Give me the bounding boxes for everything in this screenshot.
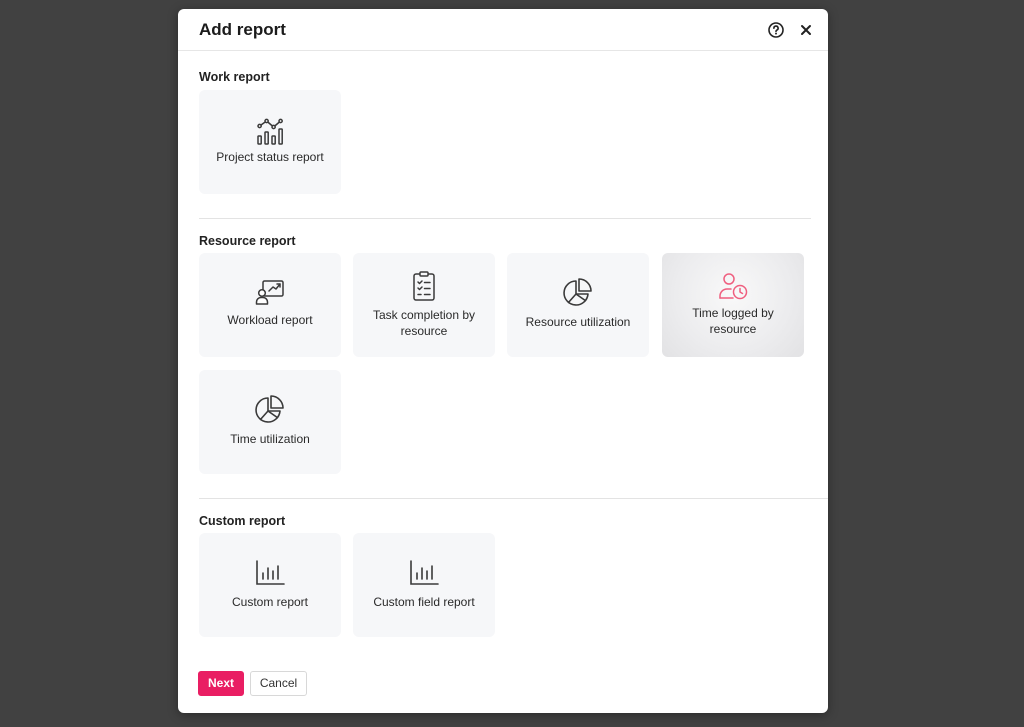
- help-circle-icon[interactable]: [767, 21, 785, 39]
- card-resource-utilization[interactable]: Resource utilization: [507, 253, 649, 357]
- pie-chart-icon: [254, 394, 286, 426]
- card-task-completion-by-resource[interactable]: Task completion by resource: [353, 253, 495, 357]
- dialog-header: Add report: [178, 9, 828, 51]
- card-project-status-report[interactable]: Project status report: [199, 90, 341, 194]
- card-label: Resource utilization: [525, 315, 631, 329]
- card-label: Custom field report: [373, 595, 475, 609]
- bar-chart-icon: [408, 557, 440, 589]
- add-report-dialog: Add report Work report Project status re…: [178, 9, 828, 713]
- card-label: Time utilization: [230, 432, 310, 446]
- close-icon[interactable]: [797, 21, 815, 39]
- pie-chart-icon: [562, 277, 594, 309]
- card-time-logged-by-resource[interactable]: Time logged by resource: [662, 253, 804, 357]
- clipboard-checklist-icon: [408, 270, 440, 302]
- card-label: Time logged by resource: [692, 306, 774, 336]
- card-label: Workload report: [227, 313, 313, 327]
- section-divider: [199, 218, 811, 219]
- bar-chart-icon: [254, 557, 286, 589]
- card-label: Project status report: [216, 150, 324, 164]
- presentation-user-icon: [254, 276, 286, 308]
- bar-line-chart-icon: [254, 115, 286, 147]
- card-workload-report[interactable]: Workload report: [199, 253, 341, 357]
- card-label: Custom report: [231, 595, 309, 609]
- section-title-custom: Custom report: [199, 514, 286, 528]
- user-clock-icon: [717, 270, 749, 302]
- next-button[interactable]: Next: [198, 671, 244, 696]
- cancel-button[interactable]: Cancel: [250, 671, 307, 696]
- card-label: Task completion by resource: [372, 308, 476, 338]
- section-title-work: Work report: [199, 70, 270, 84]
- card-custom-field-report[interactable]: Custom field report: [353, 533, 495, 637]
- dialog-title: Add report: [199, 20, 286, 39]
- section-title-resource: Resource report: [199, 234, 296, 248]
- section-divider: [199, 498, 828, 499]
- card-time-utilization[interactable]: Time utilization: [199, 370, 341, 474]
- card-custom-report[interactable]: Custom report: [199, 533, 341, 637]
